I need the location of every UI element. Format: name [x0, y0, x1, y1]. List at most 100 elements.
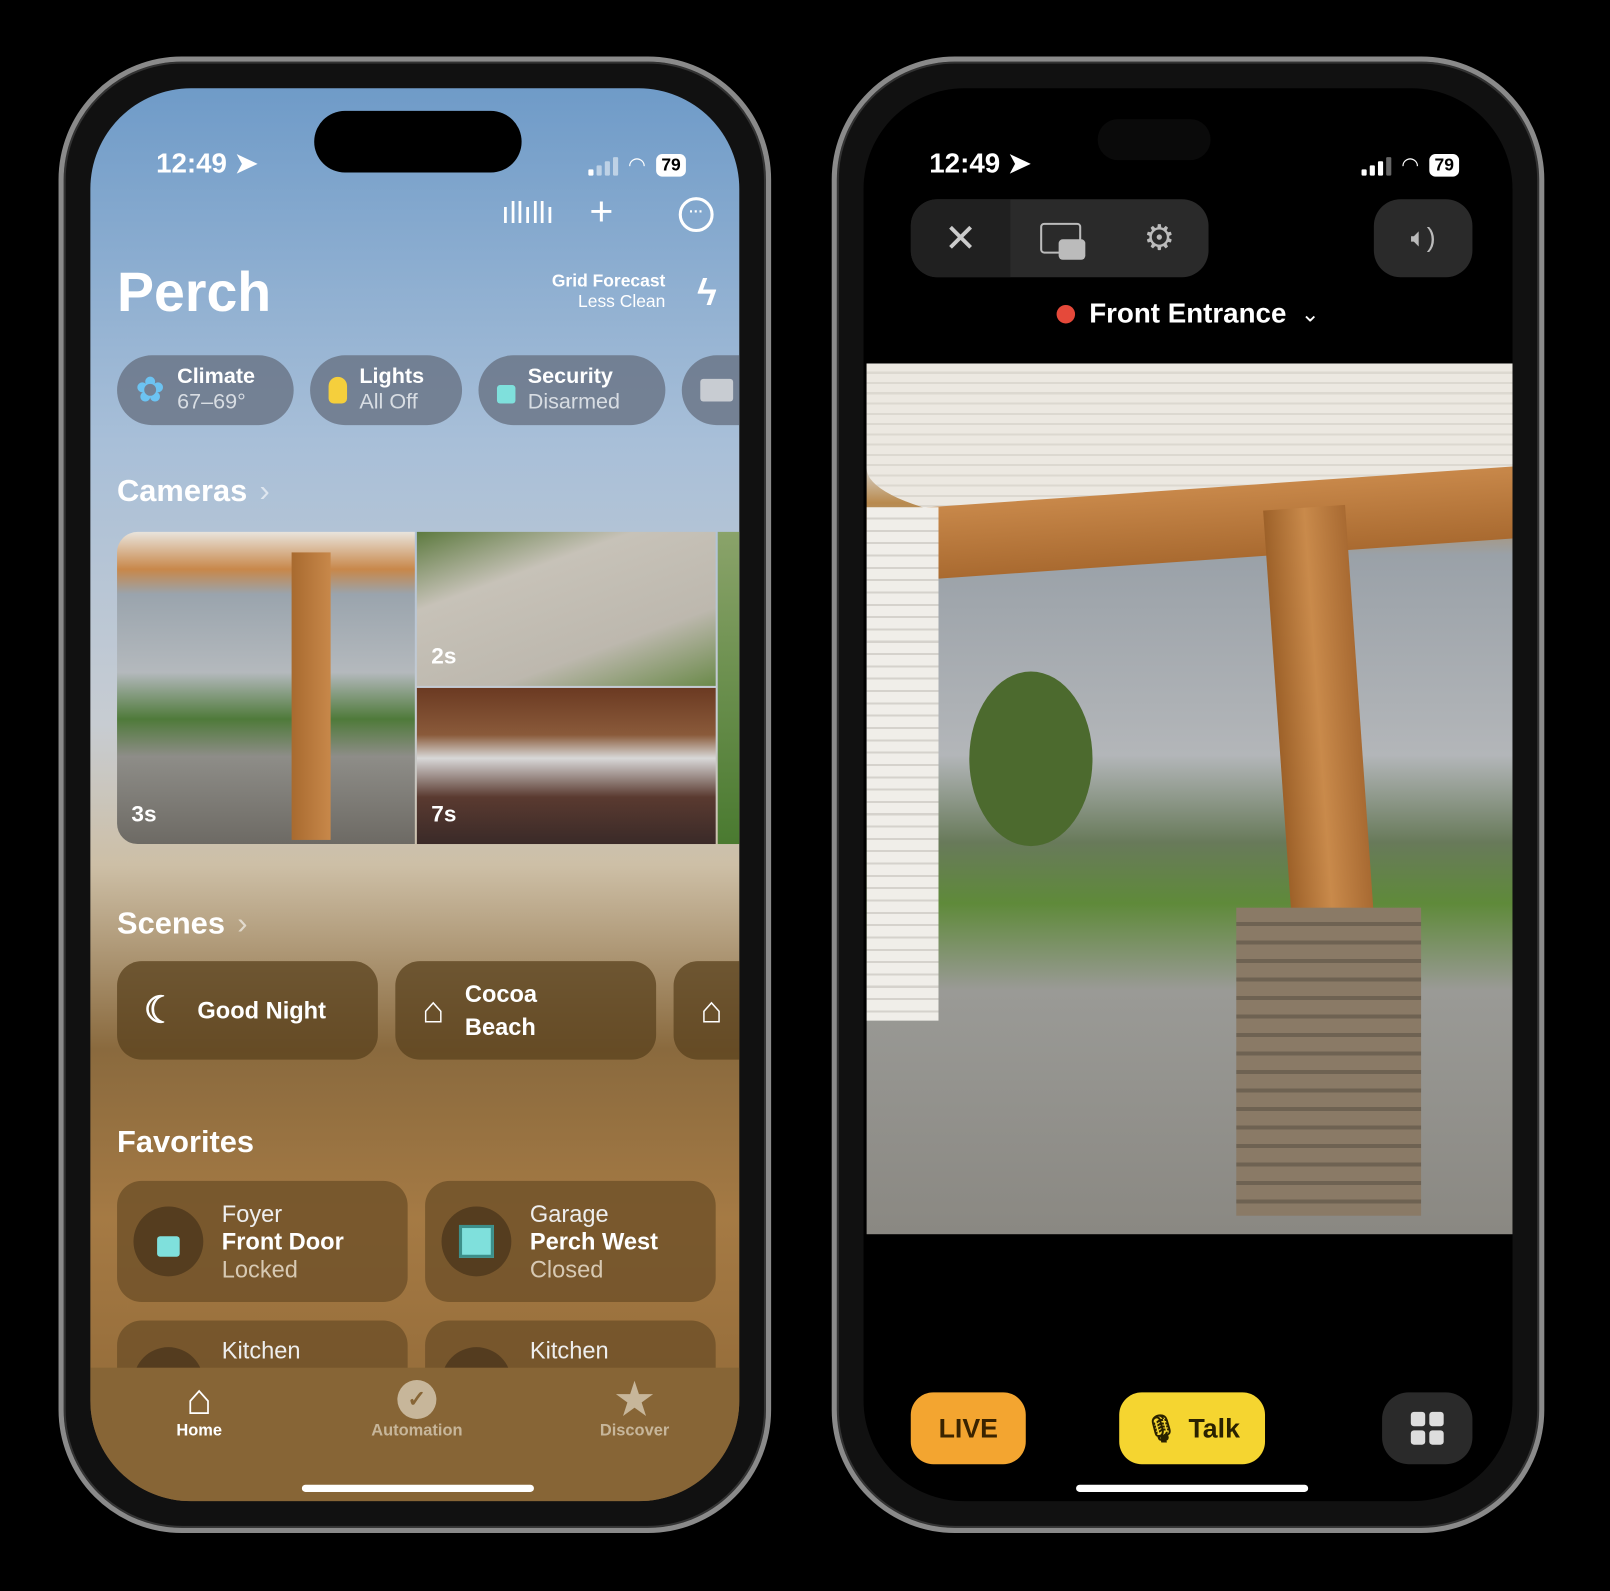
live-camera-feed[interactable] — [866, 363, 1513, 1235]
tab-label: Home — [176, 1422, 223, 1440]
favorite-state: Closed — [529, 1255, 604, 1282]
grid-forecast[interactable]: Grid Forecast Less Clean — [552, 271, 666, 312]
dynamic-island — [1097, 119, 1211, 161]
battery-icon: 79 — [1429, 153, 1460, 177]
favorite-room: Garage — [529, 1199, 609, 1227]
status-time: 12:49 ➤ — [156, 147, 258, 179]
scene-good-night[interactable]: ☾ Good Night — [117, 961, 378, 1060]
garage-door-icon — [441, 1206, 512, 1277]
favorite-room: Kitchen — [221, 1336, 301, 1364]
pill-subtitle: Disarmed — [527, 390, 621, 414]
dynamic-island — [314, 110, 522, 173]
right-phone: 12:49 ➤ ◠ 79 ✕ ⚙ 🔈︎) Front Entrance ⌄ LI… — [831, 56, 1545, 1534]
scene-label: Cocoa Beach — [464, 980, 538, 1041]
chevron-down-icon: ⌄ — [1300, 300, 1320, 327]
camera-selector[interactable]: Front Entrance ⌄ — [864, 298, 1513, 330]
stone-pillar — [1236, 907, 1422, 1216]
wifi-icon: ◠ — [628, 154, 646, 177]
talk-button[interactable]: 🎙︎ Talk — [1119, 1392, 1266, 1465]
pill-title: Lights — [359, 364, 425, 389]
house-icon: ⌂ — [422, 988, 445, 1031]
speaker-icon: 🔈︎) — [1410, 221, 1436, 253]
scene-cocoa-beach[interactable]: ⌂ Cocoa Beach — [395, 961, 657, 1060]
pip-icon — [1039, 222, 1085, 260]
pill-speakers-tv[interactable] — [681, 355, 740, 426]
pill-subtitle: 67–69° — [177, 390, 246, 414]
gear-icon: ⚙ — [1143, 218, 1175, 258]
speaker-button[interactable]: 🔈︎) — [1373, 199, 1473, 278]
status-icons: ◠ 79 — [1361, 152, 1460, 178]
talk-label: Talk — [1188, 1412, 1240, 1444]
camera-controls-group: ✕ ⚙ — [910, 199, 1209, 278]
house-siding — [866, 507, 939, 1021]
more-icon[interactable]: ··· — [678, 197, 714, 233]
grid-forecast-title: Grid Forecast — [551, 271, 666, 291]
tv-speaker-icon — [700, 378, 734, 402]
lightbulb-icon — [328, 376, 348, 404]
camera-tile-driveway[interactable]: 2s — [416, 531, 716, 686]
favorite-room: Foyer — [221, 1199, 283, 1227]
grid-view-button[interactable] — [1382, 1392, 1473, 1465]
tab-home[interactable]: ⌂ Home — [127, 1374, 271, 1441]
favorite-room: Kitchen — [529, 1336, 609, 1364]
settings-button[interactable]: ⚙ — [1110, 199, 1209, 277]
camera-tile-partial[interactable] — [717, 531, 740, 845]
star-icon: ★ — [615, 1374, 654, 1424]
house-icon: ⌂ — [700, 988, 723, 1031]
grid-icon — [1410, 1411, 1426, 1427]
tab-discover[interactable]: ★ Discover — [563, 1374, 707, 1441]
tree — [969, 671, 1093, 847]
close-button[interactable]: ✕ — [910, 199, 1011, 278]
camera-tile-front-entrance[interactable]: 3s — [117, 531, 415, 845]
pill-title: Security — [527, 364, 613, 389]
recording-dot — [1056, 304, 1075, 323]
favorite-garage-door[interactable]: Garage Perch West Closed — [425, 1180, 716, 1302]
signal-icon — [1361, 155, 1391, 176]
favorite-name: Perch West — [529, 1227, 659, 1255]
camera-age-label: 2s — [431, 642, 457, 669]
left-phone: 12:49 ➤ ◠ 79 ıllıllı + ··· Perch Grid Fo… — [58, 56, 772, 1534]
tab-automation[interactable]: ✓ Automation — [345, 1377, 489, 1441]
pill-climate[interactable]: ✿ Climate 67–69° — [117, 355, 294, 426]
picture-in-picture-button[interactable] — [1010, 199, 1110, 277]
pill-title: Climate — [177, 364, 256, 389]
status-time: 12:49 ➤ — [929, 147, 1032, 179]
clock-check-icon: ✓ — [397, 1380, 437, 1420]
house-icon: ⌂ — [186, 1374, 213, 1424]
moon-icon: ☾ — [143, 988, 177, 1031]
lock-icon — [133, 1206, 204, 1277]
scene-partial[interactable]: ⌂ — [673, 961, 740, 1060]
grid-forecast-value: Less Clean — [578, 291, 666, 312]
home-title: Perch — [117, 261, 272, 324]
signal-icon — [587, 155, 618, 176]
camera-age-label: 3s — [131, 800, 157, 827]
home-indicator[interactable] — [1076, 1484, 1309, 1492]
tab-label: Discover — [599, 1422, 670, 1440]
porch-post — [291, 552, 331, 840]
pill-subtitle: All Off — [359, 390, 418, 414]
camera-view-screen: 12:49 ➤ ◠ 79 ✕ ⚙ 🔈︎) Front Entrance ⌄ LI… — [863, 88, 1513, 1502]
intercom-icon[interactable]: ıllıllı — [501, 196, 554, 231]
live-button[interactable]: LIVE — [910, 1392, 1026, 1465]
battery-icon: 79 — [656, 153, 686, 177]
lock-icon — [496, 385, 516, 404]
status-icons: ◠ 79 — [587, 152, 686, 178]
favorite-front-door[interactable]: Foyer Front Door Locked — [117, 1180, 408, 1302]
tab-label: Automation — [371, 1422, 463, 1440]
pill-security[interactable]: Security Disarmed — [478, 355, 666, 426]
camera-tile-garage[interactable]: 7s — [416, 687, 716, 845]
fan-icon: ✿ — [135, 370, 165, 410]
plus-icon[interactable]: + — [589, 189, 613, 235]
scenes-header[interactable]: Scenes › — [117, 907, 247, 942]
camera-age-label: 7s — [431, 800, 457, 827]
bolt-leaf-icon: ϟ — [697, 271, 717, 314]
cameras-header[interactable]: Cameras › — [117, 474, 270, 509]
wifi-icon: ◠ — [1401, 154, 1420, 177]
home-indicator[interactable] — [301, 1484, 534, 1492]
camera-name: Front Entrance — [1089, 297, 1287, 329]
favorite-state: Locked — [221, 1255, 298, 1282]
favorite-name: Front Door — [221, 1227, 344, 1255]
porch-post — [1263, 504, 1374, 921]
pill-lights[interactable]: Lights All Off — [310, 355, 463, 426]
scene-label: Good Night — [197, 996, 326, 1024]
